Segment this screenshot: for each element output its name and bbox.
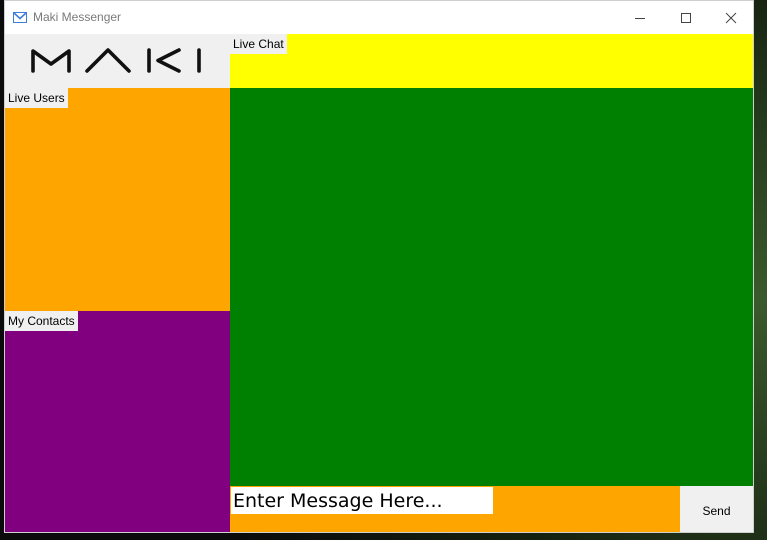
message-input[interactable]: [231, 487, 493, 514]
close-button[interactable]: [708, 1, 754, 34]
send-button[interactable]: Send: [680, 486, 753, 532]
live-users-panel: Live Users: [5, 88, 230, 311]
maximize-button[interactable]: [663, 1, 709, 34]
close-icon: [725, 12, 737, 23]
minimize-button[interactable]: [617, 1, 663, 34]
mail-icon: [13, 12, 27, 23]
logo-panel: [5, 34, 230, 88]
live-users-label: Live Users: [5, 88, 68, 108]
send-area: Send: [680, 486, 753, 532]
minimize-icon: [635, 17, 645, 19]
app-window: Maki Messenger Live Chat Live Users My C…: [4, 0, 754, 533]
window-title: Maki Messenger: [33, 10, 122, 24]
title-bar[interactable]: Maki Messenger: [5, 1, 753, 34]
live-chat-header: Live Chat: [230, 34, 753, 88]
contacts-label: My Contacts: [5, 311, 78, 331]
maximize-icon: [681, 12, 691, 23]
chat-messages-area[interactable]: [230, 88, 753, 486]
maki-logo: [31, 48, 201, 73]
live-chat-label: Live Chat: [230, 34, 287, 54]
message-input-bar: [230, 486, 680, 532]
contacts-panel: My Contacts: [5, 311, 230, 532]
